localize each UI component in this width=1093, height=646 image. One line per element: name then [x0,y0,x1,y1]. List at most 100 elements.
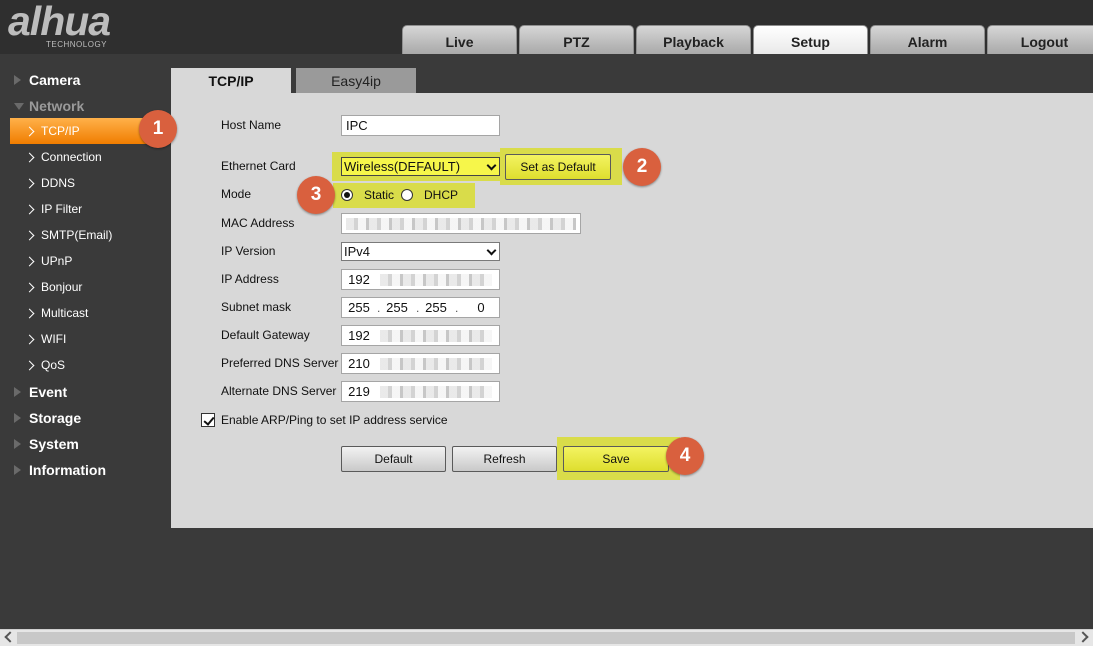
subnet-octet-4: 0 [477,300,485,315]
default-gateway-label: Default Gateway [221,328,310,342]
alternate-dns-input[interactable]: 219 [341,381,500,402]
ip-address-input[interactable]: 192 [341,269,500,290]
sidebar-item-label: Storage [29,410,82,426]
octet-separator: . [416,301,420,315]
expand-arrow-icon [14,75,21,85]
sidebar-item-label: Bonjour [41,280,83,294]
panel-bottom-area [171,528,1093,629]
ethernet-card-label: Ethernet Card [221,159,296,173]
sidebar-item-bonjour[interactable]: Bonjour [0,274,171,300]
gateway-octet-1: 192 [348,328,370,343]
sidebar-item-label: SMTP(Email) [41,228,113,242]
collapse-arrow-icon [14,102,24,110]
sidebar-item-multicast[interactable]: Multicast [0,300,171,326]
arp-ping-label: Enable ARP/Ping to set IP address servic… [221,413,448,427]
host-name-input[interactable]: IPC [341,115,500,136]
tab-setup[interactable]: Setup [753,25,868,54]
sidebar-item-connection[interactable]: Connection [0,144,171,170]
chevron-right-icon [24,204,35,214]
octet-separator: . [377,301,381,315]
set-as-default-button[interactable]: Set as Default [505,154,611,180]
gateway-redacted [380,330,492,342]
tab-playback[interactable]: Playback [636,25,751,54]
mac-address-field [341,213,581,234]
tab-logout[interactable]: Logout [987,25,1093,54]
logo-subtitle: TECHNOLOGY [46,40,108,49]
sidebar-item-system[interactable]: System [0,431,171,457]
sidebar-item-label: Camera [29,72,81,88]
chevron-right-icon [24,230,35,240]
sidebar-item-label: UPnP [41,254,73,268]
tab-alarm[interactable]: Alarm [870,25,985,54]
step-badge-1: 1 [139,110,177,148]
chevron-right-icon [24,126,35,136]
logo-wordmark: alhua [8,0,111,44]
refresh-button[interactable]: Refresh [452,446,557,472]
sidebar-item-label: WIFI [41,332,67,346]
sidebar-item-smtp[interactable]: SMTP(Email) [0,222,171,248]
ip-redacted [380,274,492,286]
host-name-label: Host Name [221,118,282,132]
sidebar-item-label: System [29,436,79,452]
top-tabs: Live PTZ Playback Setup Alarm Logout [402,25,1093,54]
chevron-right-icon [24,282,35,292]
sidebar-item-event[interactable]: Event [0,379,171,405]
mode-dhcp-radio[interactable] [401,189,413,201]
scroll-right-icon[interactable] [1077,631,1089,643]
subnet-mask-input[interactable]: 255 . 255 . 255 . 0 [341,297,500,318]
ethernet-card-value: Wireless(DEFAULT) [344,159,461,174]
sidebar-item-upnp[interactable]: UPnP [0,248,171,274]
chevron-right-icon [24,152,35,162]
sidebar-item-qos[interactable]: QoS [0,352,171,378]
subnet-octet-2: 255 [386,300,408,315]
default-button[interactable]: Default [341,446,446,472]
ip-version-label: IP Version [221,244,276,258]
sidebar-item-label: Network [29,98,85,114]
sidebar-item-label: IP Filter [41,202,83,216]
horizontal-scrollbar[interactable] [0,629,1093,646]
default-gateway-input[interactable]: 192 [341,325,500,346]
sidebar-item-label: Connection [41,150,102,164]
chevron-right-icon [24,256,35,266]
alt-dns-redacted [380,386,492,398]
sidebar-item-label: Information [29,462,106,478]
pref-dns-octet-1: 210 [348,356,370,371]
mac-redacted [346,218,576,230]
subnet-mask-label: Subnet mask [221,300,292,314]
sidebar-item-information[interactable]: Information [0,457,171,483]
sidebar-item-label: DDNS [41,176,76,190]
sidebar-item-camera[interactable]: Camera [0,67,171,93]
sidebar-item-ddns[interactable]: DDNS [0,170,171,196]
sidebar-item-wifi[interactable]: WIFI [0,326,171,352]
alternate-dns-label: Alternate DNS Server [221,384,337,398]
preferred-dns-input[interactable]: 210 [341,353,500,374]
mac-address-label: MAC Address [221,216,295,230]
tab-ptz[interactable]: PTZ [519,25,634,54]
preferred-dns-label: Preferred DNS Server [221,356,339,370]
scroll-left-icon[interactable] [4,631,16,643]
step-badge-2: 2 [623,148,661,186]
ip-octet-1: 192 [348,272,370,287]
scrollbar-thumb[interactable] [17,632,1075,644]
sidebar-item-label: Event [29,384,68,400]
save-button[interactable]: Save [563,446,669,472]
chevron-right-icon [24,178,35,188]
tab-tcpip[interactable]: TCP/IP [171,68,291,93]
chevron-right-icon [24,308,35,318]
sidebar-item-label: TCP/IP [41,124,80,138]
ip-version-select[interactable]: IPv4 [341,242,500,261]
arp-ping-checkbox[interactable] [201,413,215,427]
pref-dns-redacted [380,358,492,370]
sidebar-item-storage[interactable]: Storage [0,405,171,431]
mode-static-radio[interactable] [341,189,353,201]
expand-arrow-icon [14,413,21,423]
tab-live[interactable]: Live [402,25,517,54]
ethernet-card-select[interactable]: Wireless(DEFAULT) [341,157,500,176]
sidebar-item-ip-filter[interactable]: IP Filter [0,196,171,222]
expand-arrow-icon [14,387,21,397]
expand-arrow-icon [14,465,21,475]
dahua-logo: alhua TECHNOLOGY [8,0,158,50]
tab-easy4ip[interactable]: Easy4ip [296,68,416,93]
alt-dns-octet-1: 219 [348,384,370,399]
chevron-down-icon [486,245,497,256]
